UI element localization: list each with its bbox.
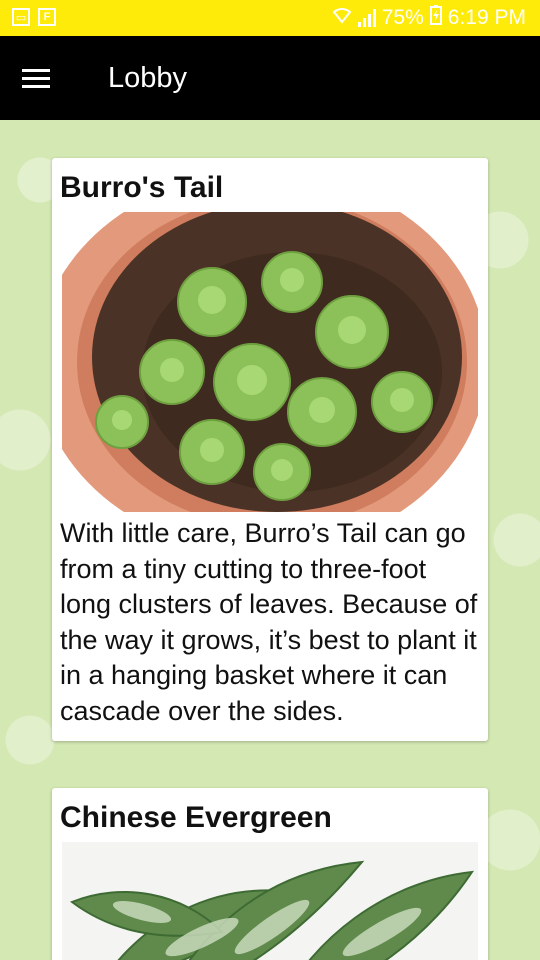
signal-icon [357,9,376,27]
status-system-icons: 75% 6:19 PM [332,5,526,31]
content-list[interactable]: Burro's Tail With little care, Burro’s T… [0,120,540,960]
battery-charging-icon [429,5,442,31]
burros-tail-plant-image [62,212,478,512]
status-bar: ▭ F 75% 6:19 PM [0,0,540,36]
battery-level: 75% [381,6,424,29]
status-notification-icons: ▭ F [12,8,56,26]
wifi-icon [332,6,352,30]
plant-title: Chinese Evergreen [60,801,332,834]
chinese-evergreen-plant-image [62,842,478,960]
plant-description: With little care, Burro’s Tail can go fr… [60,518,478,726]
gallery-icon: ▭ [12,8,30,26]
flipboard-icon: F [38,8,56,26]
plant-title: Burro's Tail [60,171,224,204]
clock: 6:19 PM [447,6,526,29]
plant-card[interactable]: Chinese Evergreen [52,788,488,960]
hamburger-menu-icon[interactable] [14,58,58,98]
page-title: Lobby [108,62,188,94]
plant-card[interactable]: Burro's Tail With little care, Burro’s T… [52,158,488,741]
app-bar: Lobby [0,36,540,120]
